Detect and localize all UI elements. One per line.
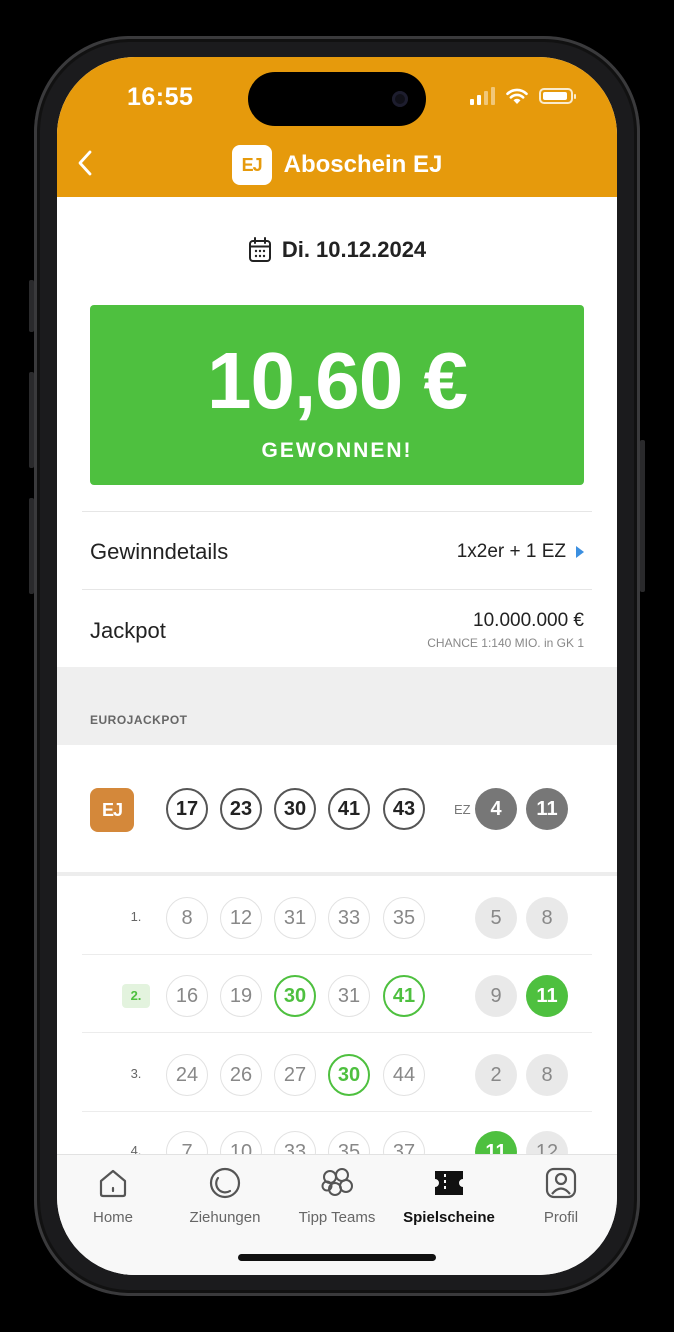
gewinndetails-value: 1x2er + 1 EZ xyxy=(456,541,566,562)
tip-index: 2. xyxy=(122,984,150,1008)
tip-number-hit: 30 xyxy=(328,1054,370,1096)
win-amount: 10,60 € xyxy=(207,336,468,425)
screen: 16:55 EJ Aboschein EJ Di. 10.12.2024 10,… xyxy=(57,57,617,1275)
home-indicator xyxy=(238,1254,436,1261)
tip-index: 3. xyxy=(130,1066,142,1081)
drawn-euro-number: 4 xyxy=(475,788,517,830)
jackpot-label: Jackpot xyxy=(90,618,166,643)
tip-number: 31 xyxy=(328,975,370,1017)
drawn-number: 30 xyxy=(274,788,316,830)
tip-number: 24 xyxy=(166,1054,208,1096)
drawn-number: 17 xyxy=(166,788,208,830)
tab-ziehungen[interactable]: Ziehungen xyxy=(169,1163,281,1226)
ez-label: EZ xyxy=(454,802,471,817)
teams-icon xyxy=(321,1168,353,1196)
jackpot-chance: CHANCE 1:140 MIO. in GK 1 xyxy=(427,636,584,650)
tab-label: Home xyxy=(92,1209,133,1226)
draw-icon xyxy=(209,1167,241,1199)
tip-euro-number: 5 xyxy=(475,897,517,939)
signal-icon xyxy=(470,87,495,105)
tip-number: 44 xyxy=(383,1054,425,1096)
win-banner: 10,60 € GEWONNEN! xyxy=(90,305,584,485)
tip-euro-number-hit: 11 xyxy=(526,975,568,1017)
status-icons xyxy=(470,87,576,105)
tab-tipp-teams[interactable]: Tipp Teams xyxy=(281,1163,393,1226)
row-divider xyxy=(82,954,592,955)
logo-text: EJ xyxy=(241,154,263,175)
tip-number: 35 xyxy=(383,897,425,939)
tip-number: 16 xyxy=(166,975,208,1017)
logo-text: EJ xyxy=(101,799,123,820)
eurojackpot-logo: EJ xyxy=(231,145,272,185)
tip-euro-number: 8 xyxy=(526,897,568,939)
gewinndetails-value-wrap: 1x2er + 1 EZ xyxy=(457,541,584,563)
row-divider xyxy=(82,1111,592,1112)
side-button xyxy=(29,280,34,332)
row-divider xyxy=(82,1032,592,1033)
calendar-icon xyxy=(248,237,271,262)
divider xyxy=(57,872,617,876)
gewinndetails-label: Gewinndetails xyxy=(90,539,229,564)
tip-euro-number: 2 xyxy=(475,1054,517,1096)
tip-number: 31 xyxy=(274,897,316,939)
tab-label: Spielscheine xyxy=(403,1209,495,1226)
drawn-number: 41 xyxy=(328,788,370,830)
tip-euro-number: 8 xyxy=(526,1054,568,1096)
header: 16:55 EJ Aboschein EJ xyxy=(57,57,617,197)
page-title: Aboschein EJ xyxy=(283,151,443,178)
tip-number: 26 xyxy=(220,1054,262,1096)
tip-number: 12 xyxy=(220,897,262,939)
tip-index: 1. xyxy=(130,909,142,924)
section-header: EUROJACKPOT xyxy=(57,667,617,745)
header-title: EJ Aboschein EJ xyxy=(57,145,617,185)
profile-icon xyxy=(545,1167,577,1199)
gewinndetails-row[interactable]: Gewinndetails 1x2er + 1 EZ xyxy=(82,511,592,590)
drawn-number: 23 xyxy=(220,788,262,830)
date-text: Di. 10.12.2024 xyxy=(281,237,427,262)
wifi-icon xyxy=(506,88,528,104)
tab-label: Profil xyxy=(543,1209,579,1226)
dynamic-island xyxy=(248,72,426,126)
drawn-euro-number: 11 xyxy=(526,788,568,830)
tip-number: 8 xyxy=(166,897,208,939)
side-button xyxy=(29,372,34,468)
tip-number-hit: 41 xyxy=(383,975,425,1017)
tip-euro-number: 9 xyxy=(475,975,517,1017)
tip-number-hit: 30 xyxy=(274,975,316,1017)
drawn-number: 43 xyxy=(383,788,425,830)
status-time: 16:55 xyxy=(127,83,194,111)
side-button xyxy=(29,498,34,594)
jackpot-row: Jackpot 10.000.000 € CHANCE 1:140 MIO. i… xyxy=(82,589,592,668)
ticket-icon xyxy=(435,1171,463,1195)
tip-number: 27 xyxy=(274,1054,316,1096)
win-label: GEWONNEN! xyxy=(261,439,413,462)
jackpot-value: 10.000.000 € xyxy=(473,610,584,631)
eurojackpot-logo: EJ xyxy=(90,788,134,832)
tab-home[interactable]: Home xyxy=(57,1163,169,1226)
side-button xyxy=(640,440,645,592)
home-icon xyxy=(99,1169,127,1198)
tab-label: Ziehungen xyxy=(189,1209,261,1226)
tab-spielscheine[interactable]: Spielscheine xyxy=(393,1163,505,1226)
tip-number: 33 xyxy=(328,897,370,939)
section-label: EUROJACKPOT xyxy=(90,713,188,727)
tip-number: 19 xyxy=(220,975,262,1017)
camera-icon xyxy=(392,91,408,107)
jackpot-value-wrap: 10.000.000 € CHANCE 1:140 MIO. in GK 1 xyxy=(427,610,584,650)
tab-profil[interactable]: Profil xyxy=(505,1163,617,1226)
battery-icon xyxy=(539,88,576,104)
caret-right-icon xyxy=(576,546,584,558)
tab-label: Tipp Teams xyxy=(298,1209,376,1226)
draw-date: Di. 10.12.2024 xyxy=(57,237,617,263)
